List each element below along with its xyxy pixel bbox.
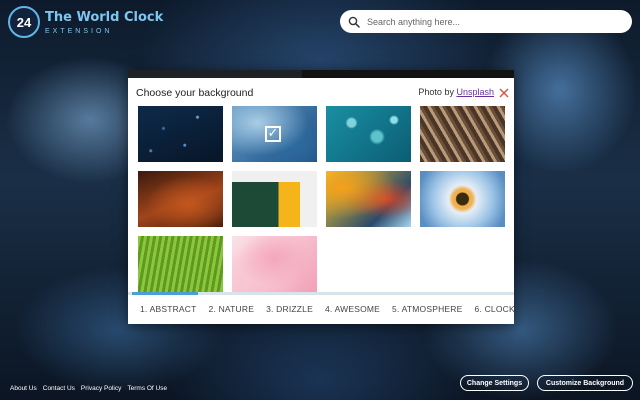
thumbnail-canyon-rock[interactable] xyxy=(138,171,223,227)
modal-top-bar xyxy=(128,70,514,78)
photo-credit-prefix: Photo by xyxy=(418,87,454,97)
search-bar[interactable] xyxy=(340,10,632,33)
category-tabs: 1. ABSTRACT 2. NATURE 3. DRIZZLE 4. AWESOME… xyxy=(128,292,515,322)
tab-4[interactable]: 4. AWESOME xyxy=(319,304,386,314)
thumbnail-stacked-books[interactable] xyxy=(420,106,505,162)
thumbnail-flower-macro[interactable] xyxy=(420,171,505,227)
modal-header: Choose your background Photo by Unsplash xyxy=(128,78,514,104)
footer-link-about-us[interactable]: About Us xyxy=(10,385,37,392)
footer-link-contact-us[interactable]: Contact Us xyxy=(43,385,75,392)
brand: 24 The World Clock EXTENSION xyxy=(8,6,163,38)
footer-links: About Us Contact Us Privacy Policy Terms Of… xyxy=(10,385,167,392)
modal-title: Choose your background xyxy=(136,87,254,99)
close-icon[interactable] xyxy=(498,87,510,99)
thumbnail-blue-ink-smoke[interactable]: ✓ xyxy=(232,106,317,162)
thumbnail-colored-paper-curves[interactable] xyxy=(326,171,411,227)
customize-background-button[interactable]: Customize Background xyxy=(537,375,633,391)
brand-text: The World Clock EXTENSION xyxy=(45,9,163,35)
footer-link-terms-of-use[interactable]: Terms Of Use xyxy=(127,385,167,392)
tab-2[interactable]: 2. NATURE xyxy=(203,304,261,314)
photo-credit: Photo by Unsplash xyxy=(418,87,494,97)
active-tab-indicator xyxy=(132,292,198,295)
tab-1[interactable]: 1. ABSTRACT xyxy=(134,304,203,314)
search-input[interactable] xyxy=(367,16,617,27)
selected-check-icon: ✓ xyxy=(265,126,281,142)
clock-logo-icon: 24 xyxy=(8,6,40,38)
footer-link-privacy-policy[interactable]: Privacy Policy xyxy=(81,385,121,392)
thumbnail-green-door-yellow-wall[interactable] xyxy=(232,171,317,227)
brand-subtitle: EXTENSION xyxy=(45,28,113,35)
tab-3[interactable]: 3. DRIZZLE xyxy=(260,304,319,314)
thumbnail-starry-night-sky[interactable] xyxy=(138,106,223,162)
thumbnail-teal-bokeh[interactable] xyxy=(326,106,411,162)
tab-6[interactable]: 6. CLOCK xyxy=(469,304,521,314)
thumbnail-green-leaf[interactable] xyxy=(138,236,223,292)
background-chooser-modal: Choose your background Photo by Unsplash… xyxy=(128,70,515,324)
unsplash-link[interactable]: Unsplash xyxy=(456,87,494,97)
brand-title: The World Clock xyxy=(45,10,164,25)
thumbnail-pink-ink-smoke[interactable] xyxy=(232,236,317,292)
search-icon xyxy=(348,16,360,28)
tab-5[interactable]: 5. ATMOSPHERE xyxy=(386,304,468,314)
change-settings-button[interactable]: Change Settings xyxy=(460,375,529,391)
